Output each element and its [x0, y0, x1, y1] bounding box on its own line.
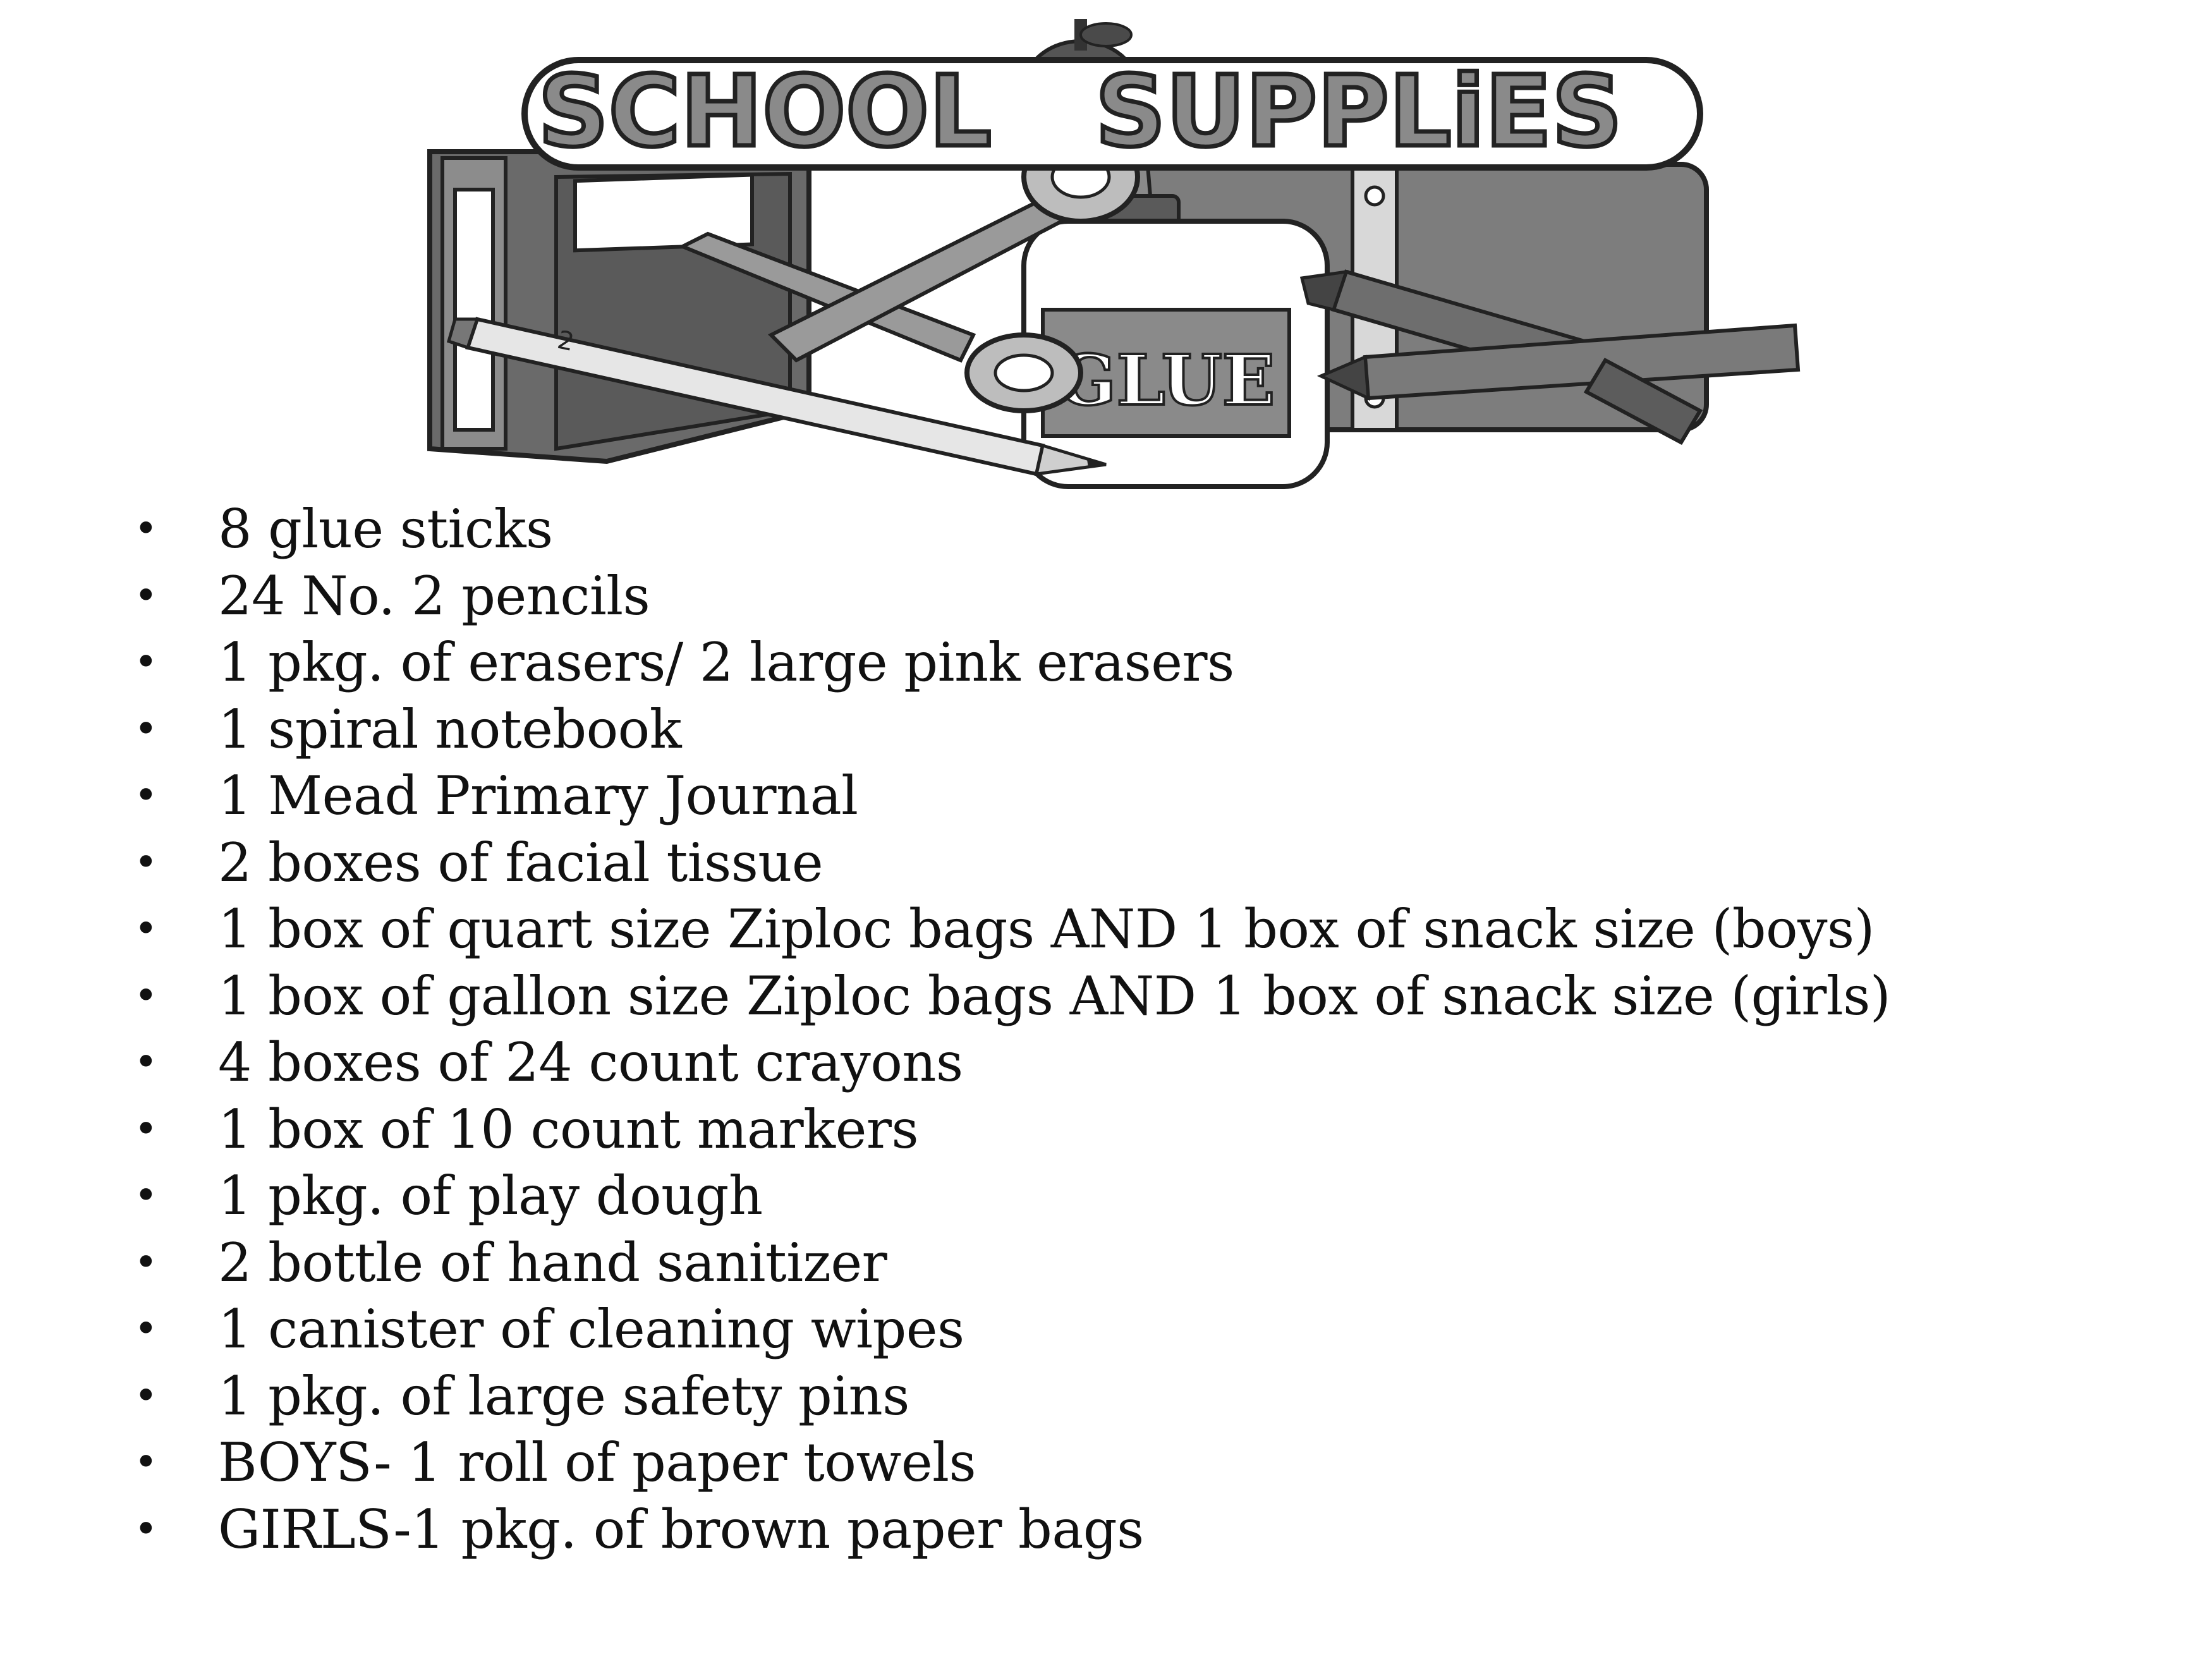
list-item-text: 1 box of 10 count markers: [218, 1098, 919, 1160]
list-item-text: 4 boxes of 24 count crayons: [218, 1031, 963, 1093]
list-item-text: 8 glue sticks: [218, 498, 553, 560]
list-item-text: 1 pkg. of large safety pins: [218, 1364, 909, 1427]
title-banner: SCHOOL SUPPLiES: [521, 52, 1703, 171]
list-item-text: 1 Mead Primary Journal: [218, 765, 858, 827]
crayon-box-illustration: [427, 149, 811, 465]
bullet-icon: •: [134, 639, 158, 686]
list-item-text: GIRLS-1 pkg. of brown paper bags: [218, 1498, 1144, 1560]
list-item-text: 1 spiral notebook: [218, 698, 682, 760]
school-supplies-clipart: GLUE 2 SCHOOL SUPPLiES: [427, 19, 1801, 489]
bullet-icon: •: [134, 1306, 158, 1352]
bullet-icon: •: [134, 772, 158, 819]
list-item-text: 2 bottle of hand sanitizer: [218, 1231, 887, 1294]
list-item-text: 1 box of quart size Ziploc bags AND 1 bo…: [218, 898, 1875, 960]
bullet-icon: •: [134, 1105, 158, 1153]
bullet-icon: •: [134, 705, 158, 753]
bullet-icon: •: [134, 1439, 158, 1486]
bullet-icon: •: [134, 572, 158, 619]
bullet-icon: •: [134, 1372, 158, 1419]
bullet-icon: •: [134, 1505, 158, 1553]
bullet-icon: •: [134, 1172, 158, 1219]
bullet-icon: •: [134, 506, 158, 552]
list-item-text: 1 pkg. of play dough: [218, 1165, 763, 1227]
list-item-text: 1 box of gallon size Ziploc bags AND 1 b…: [218, 964, 1891, 1027]
list-item-text: 1 pkg. of erasers/ 2 large pink erasers: [218, 631, 1234, 693]
glue-label: GLUE: [1057, 339, 1275, 421]
list-item-text: 1 canister of cleaning wipes: [218, 1298, 964, 1360]
list-item-text: BOYS- 1 roll of paper towels: [218, 1431, 976, 1493]
bullet-icon: •: [134, 972, 158, 1019]
bullet-icon: •: [134, 1039, 158, 1086]
list-item-text: 24 No. 2 pencils: [218, 564, 650, 627]
bullet-icon: •: [134, 839, 158, 886]
bullet-icon: •: [134, 906, 158, 952]
title-word-school: SCHOOL: [538, 54, 991, 169]
bullet-icon: •: [134, 1239, 158, 1286]
title-word-supplies: SUPPLiES: [1095, 54, 1622, 169]
list-item-text: 2 boxes of facial tissue: [218, 831, 823, 894]
